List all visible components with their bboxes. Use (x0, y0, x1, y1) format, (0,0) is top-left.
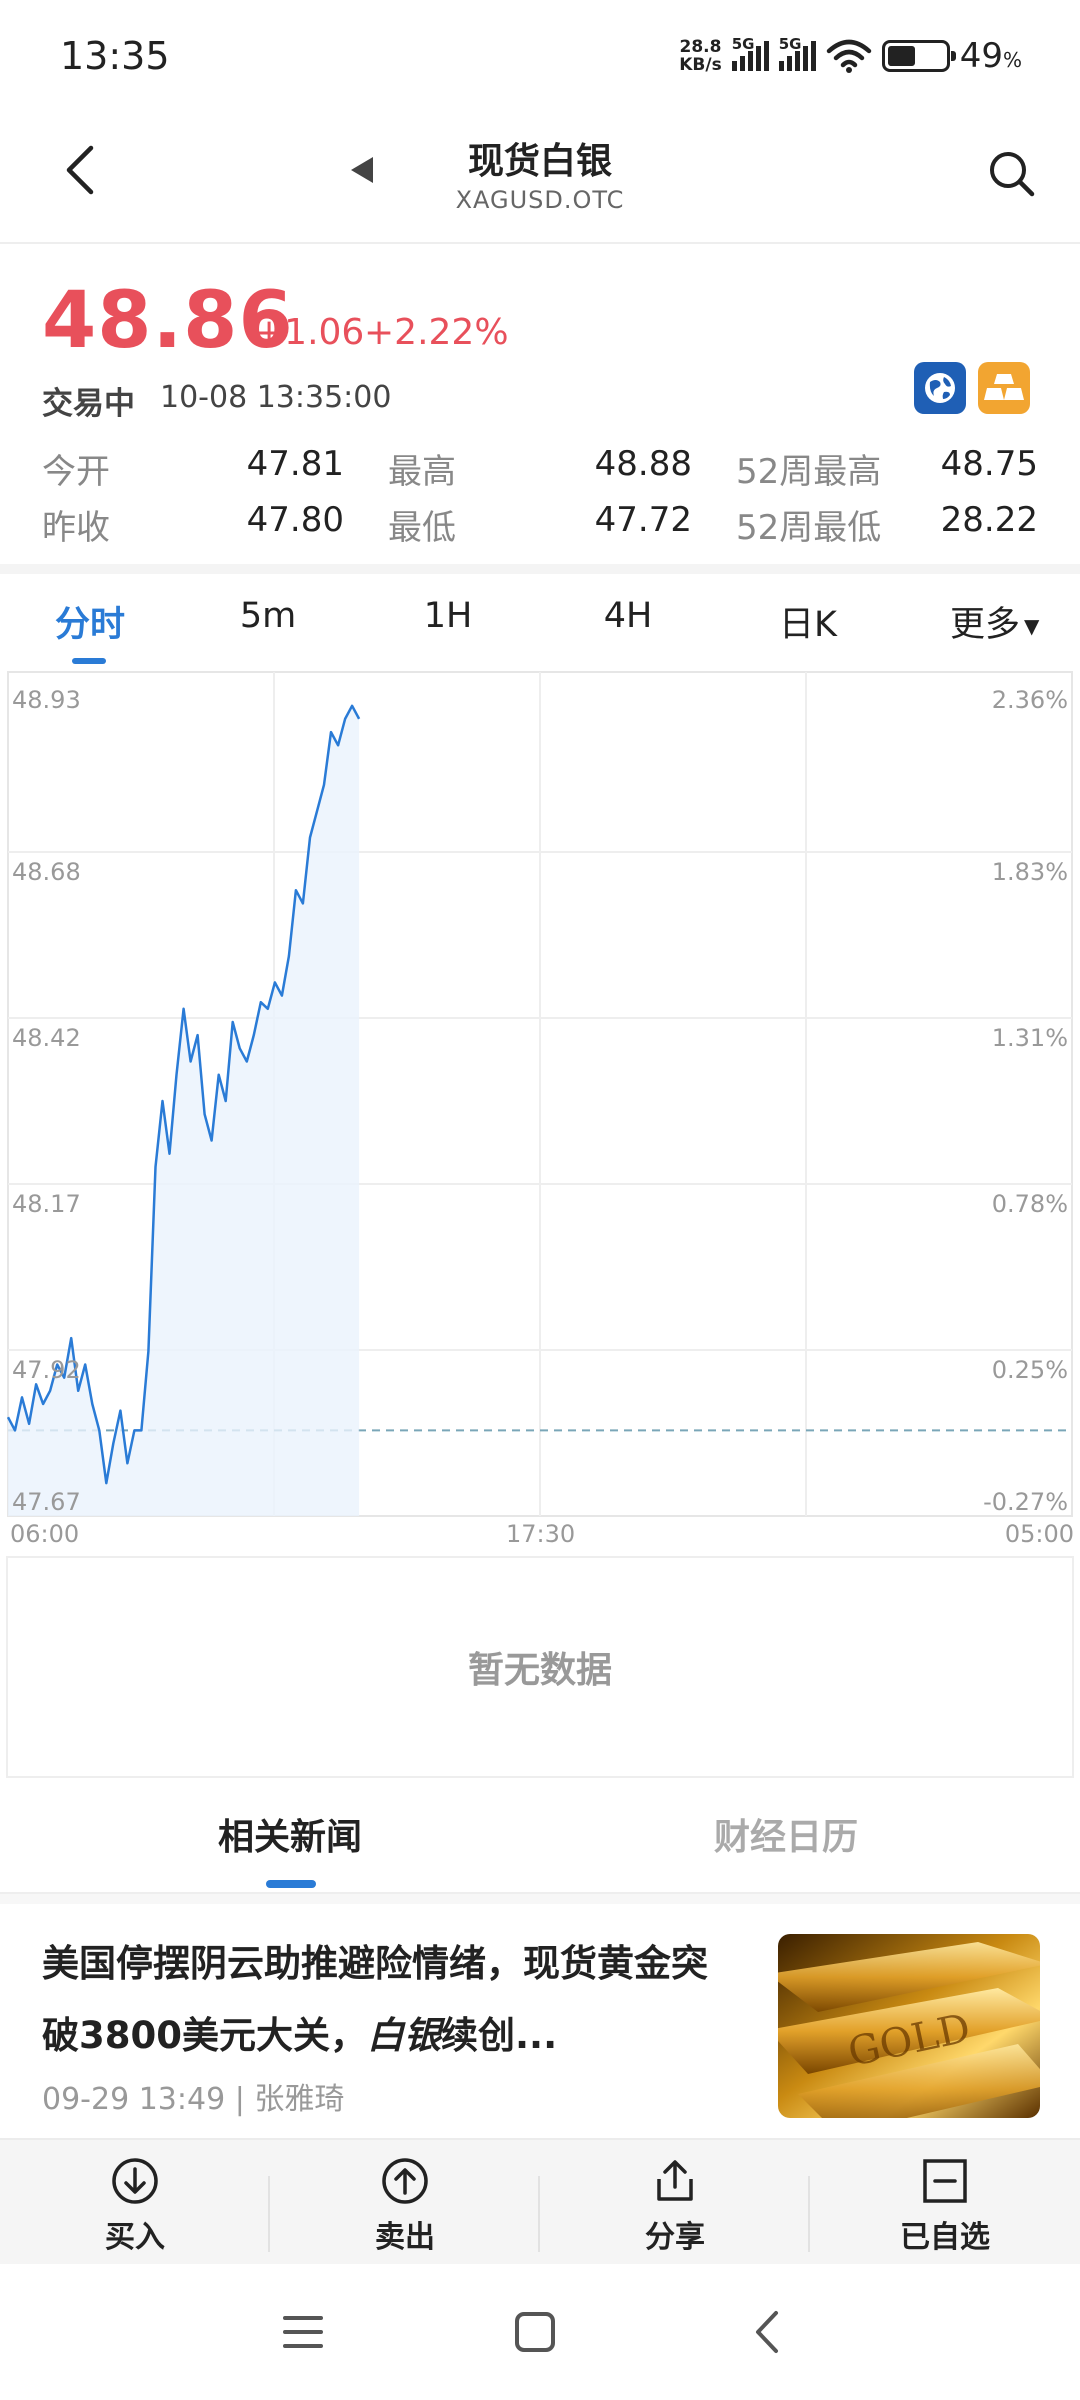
system-navigation-bar (0, 2266, 1080, 2400)
status-bar: 13:35 28.8 KB/s 5G 5G 49% (0, 0, 1080, 110)
stat-value-52w-low: 28.22 (940, 500, 1038, 540)
tab-economic-calendar[interactable]: 财经日历 (636, 1808, 936, 1860)
arrow-down-circle-icon (110, 2156, 160, 2206)
instrument-code: XAGUSD.OTC (455, 186, 625, 214)
stat-label-52w-high: 52周最高 (736, 452, 882, 492)
chevron-left-icon (756, 2311, 778, 2353)
nav-header: 现货白银 XAGUSD.OTC (0, 110, 1080, 244)
signal-icon-sim1: 5G (731, 35, 769, 71)
stat-label-high: 最高 (388, 452, 456, 492)
signal-icon-sim2: 5G (778, 35, 816, 71)
stat-value-high: 48.88 (594, 444, 692, 484)
bottom-action-bar: 买入 卖出 分享 已自选 (0, 2138, 1080, 2264)
stat-value-open: 47.81 (246, 444, 344, 484)
x-tick-start: 06:00 (10, 1520, 80, 1548)
news-title: 美国停摆阴云助推避险情绪，现货黄金突破3800美元大关，白银续创... (42, 1942, 708, 2057)
price-change-percent: +2.22% (364, 312, 509, 353)
battery-percent: 49% (959, 36, 1022, 76)
square-icon (515, 2312, 555, 2352)
news-tabs: 相关新闻 财经日历 (0, 1778, 1080, 1894)
news-tab-indicator (266, 1880, 316, 1888)
stat-label-open: 今开 (42, 452, 110, 492)
stat-value-prev-close: 47.80 (246, 500, 344, 540)
chevron-left-icon (66, 145, 94, 195)
share-button[interactable]: 分享 (540, 2150, 810, 2260)
sell-button[interactable]: 卖出 (270, 2150, 540, 2260)
home-button[interactable] (500, 2302, 570, 2362)
status-icons: 28.8 KB/s 5G 5G 49% (679, 35, 1022, 76)
back-nav-button[interactable] (732, 2302, 802, 2362)
search-icon (990, 152, 1035, 197)
page-title: 现货白银 (467, 141, 612, 182)
search-button[interactable] (982, 144, 1042, 204)
y-tick-right: 1.31% (992, 1024, 1068, 1052)
stat-value-52w-high: 48.75 (940, 444, 1038, 484)
status-time: 13:35 (60, 34, 170, 78)
stat-label-52w-low: 52周最低 (736, 508, 882, 548)
y-tick-right: 1.83% (992, 858, 1068, 886)
buy-button[interactable]: 买入 (0, 2150, 270, 2260)
y-tick-left: 48.17 (12, 1190, 81, 1218)
tab-intraday[interactable]: 分时 (30, 596, 150, 647)
gold-bar-icon[interactable] (978, 362, 1030, 414)
caret-down-icon: ▼ (1024, 614, 1040, 638)
y-tick-right: -0.27% (983, 1488, 1068, 1516)
stat-label-low: 最低 (388, 508, 456, 548)
menu-icon (283, 2316, 323, 2348)
volume-panel-empty: 暂无数据 (6, 1556, 1074, 1778)
y-tick-left: 48.42 (12, 1024, 81, 1052)
price-area (8, 705, 360, 1516)
chart-canvas: 48.93 2.36% 48.68 1.83% 48.42 1.31% 48.17 0.78%… (6, 671, 1073, 1517)
y-tick-left: 47.92 (12, 1356, 81, 1384)
y-tick-left: 47.67 (12, 1488, 81, 1516)
x-tick-mid: 17:30 (506, 1520, 576, 1548)
x-axis: 06:00 17:30 05:00 (6, 1516, 1074, 1552)
tab-4h[interactable]: 4H (568, 596, 688, 636)
news-meta: 09-29 13:49 | 张雅琦 (42, 2082, 345, 2117)
back-button[interactable] (50, 140, 110, 200)
tab-1h[interactable]: 1H (388, 596, 508, 636)
quote-timestamp: 10-08 13:35:00 (160, 380, 392, 415)
menu-button[interactable] (268, 2302, 338, 2362)
watchlist-button[interactable]: 已自选 (810, 2150, 1080, 2260)
period-tabs: 分时 5m 1H 4H 日K 更多 ▼ (0, 574, 1080, 670)
quote-panel: 48.86 +1.06 +2.22% 交易中 10-08 13:35:00 今开… (0, 246, 1080, 564)
globe-icon[interactable] (914, 362, 966, 414)
divider (0, 1894, 1080, 1904)
y-tick-left: 48.68 (12, 858, 81, 886)
gold-bars-photo: GOLD (778, 1934, 1040, 2118)
trade-status: 交易中 (42, 386, 135, 422)
share-icon (650, 2156, 700, 2206)
active-tab-indicator (72, 658, 106, 664)
y-tick-left: 48.93 (12, 686, 81, 714)
stat-value-low: 47.72 (594, 500, 692, 540)
minus-square-icon (920, 2156, 970, 2206)
y-tick-right: 0.78% (992, 1190, 1068, 1218)
tab-more[interactable]: 更多 ▼ (950, 596, 1039, 647)
y-tick-right: 2.36% (992, 686, 1068, 714)
tab-5m[interactable]: 5m (208, 596, 328, 636)
tab-related-news[interactable]: 相关新闻 (140, 1808, 440, 1860)
news-thumbnail: GOLD (778, 1934, 1040, 2118)
price-change: +1.06 (254, 312, 365, 353)
stat-label-prev-close: 昨收 (42, 508, 110, 548)
network-speed: 28.8 KB/s (679, 37, 722, 75)
y-tick-right: 0.25% (992, 1356, 1068, 1384)
x-tick-end: 05:00 (1004, 1520, 1074, 1548)
wifi-icon (826, 39, 871, 73)
battery-icon (881, 40, 956, 72)
arrow-up-circle-icon (380, 2156, 430, 2206)
intraday-chart[interactable]: 48.93 2.36% 48.68 1.83% 48.42 1.31% 48.17 0.78%… (6, 670, 1076, 1518)
tab-daily-k[interactable]: 日K (748, 596, 868, 647)
news-item[interactable]: 美国停摆阴云助推避险情绪，现货黄金突破3800美元大关，白银续创... 09-2… (0, 1904, 1080, 2136)
divider (0, 564, 1080, 574)
